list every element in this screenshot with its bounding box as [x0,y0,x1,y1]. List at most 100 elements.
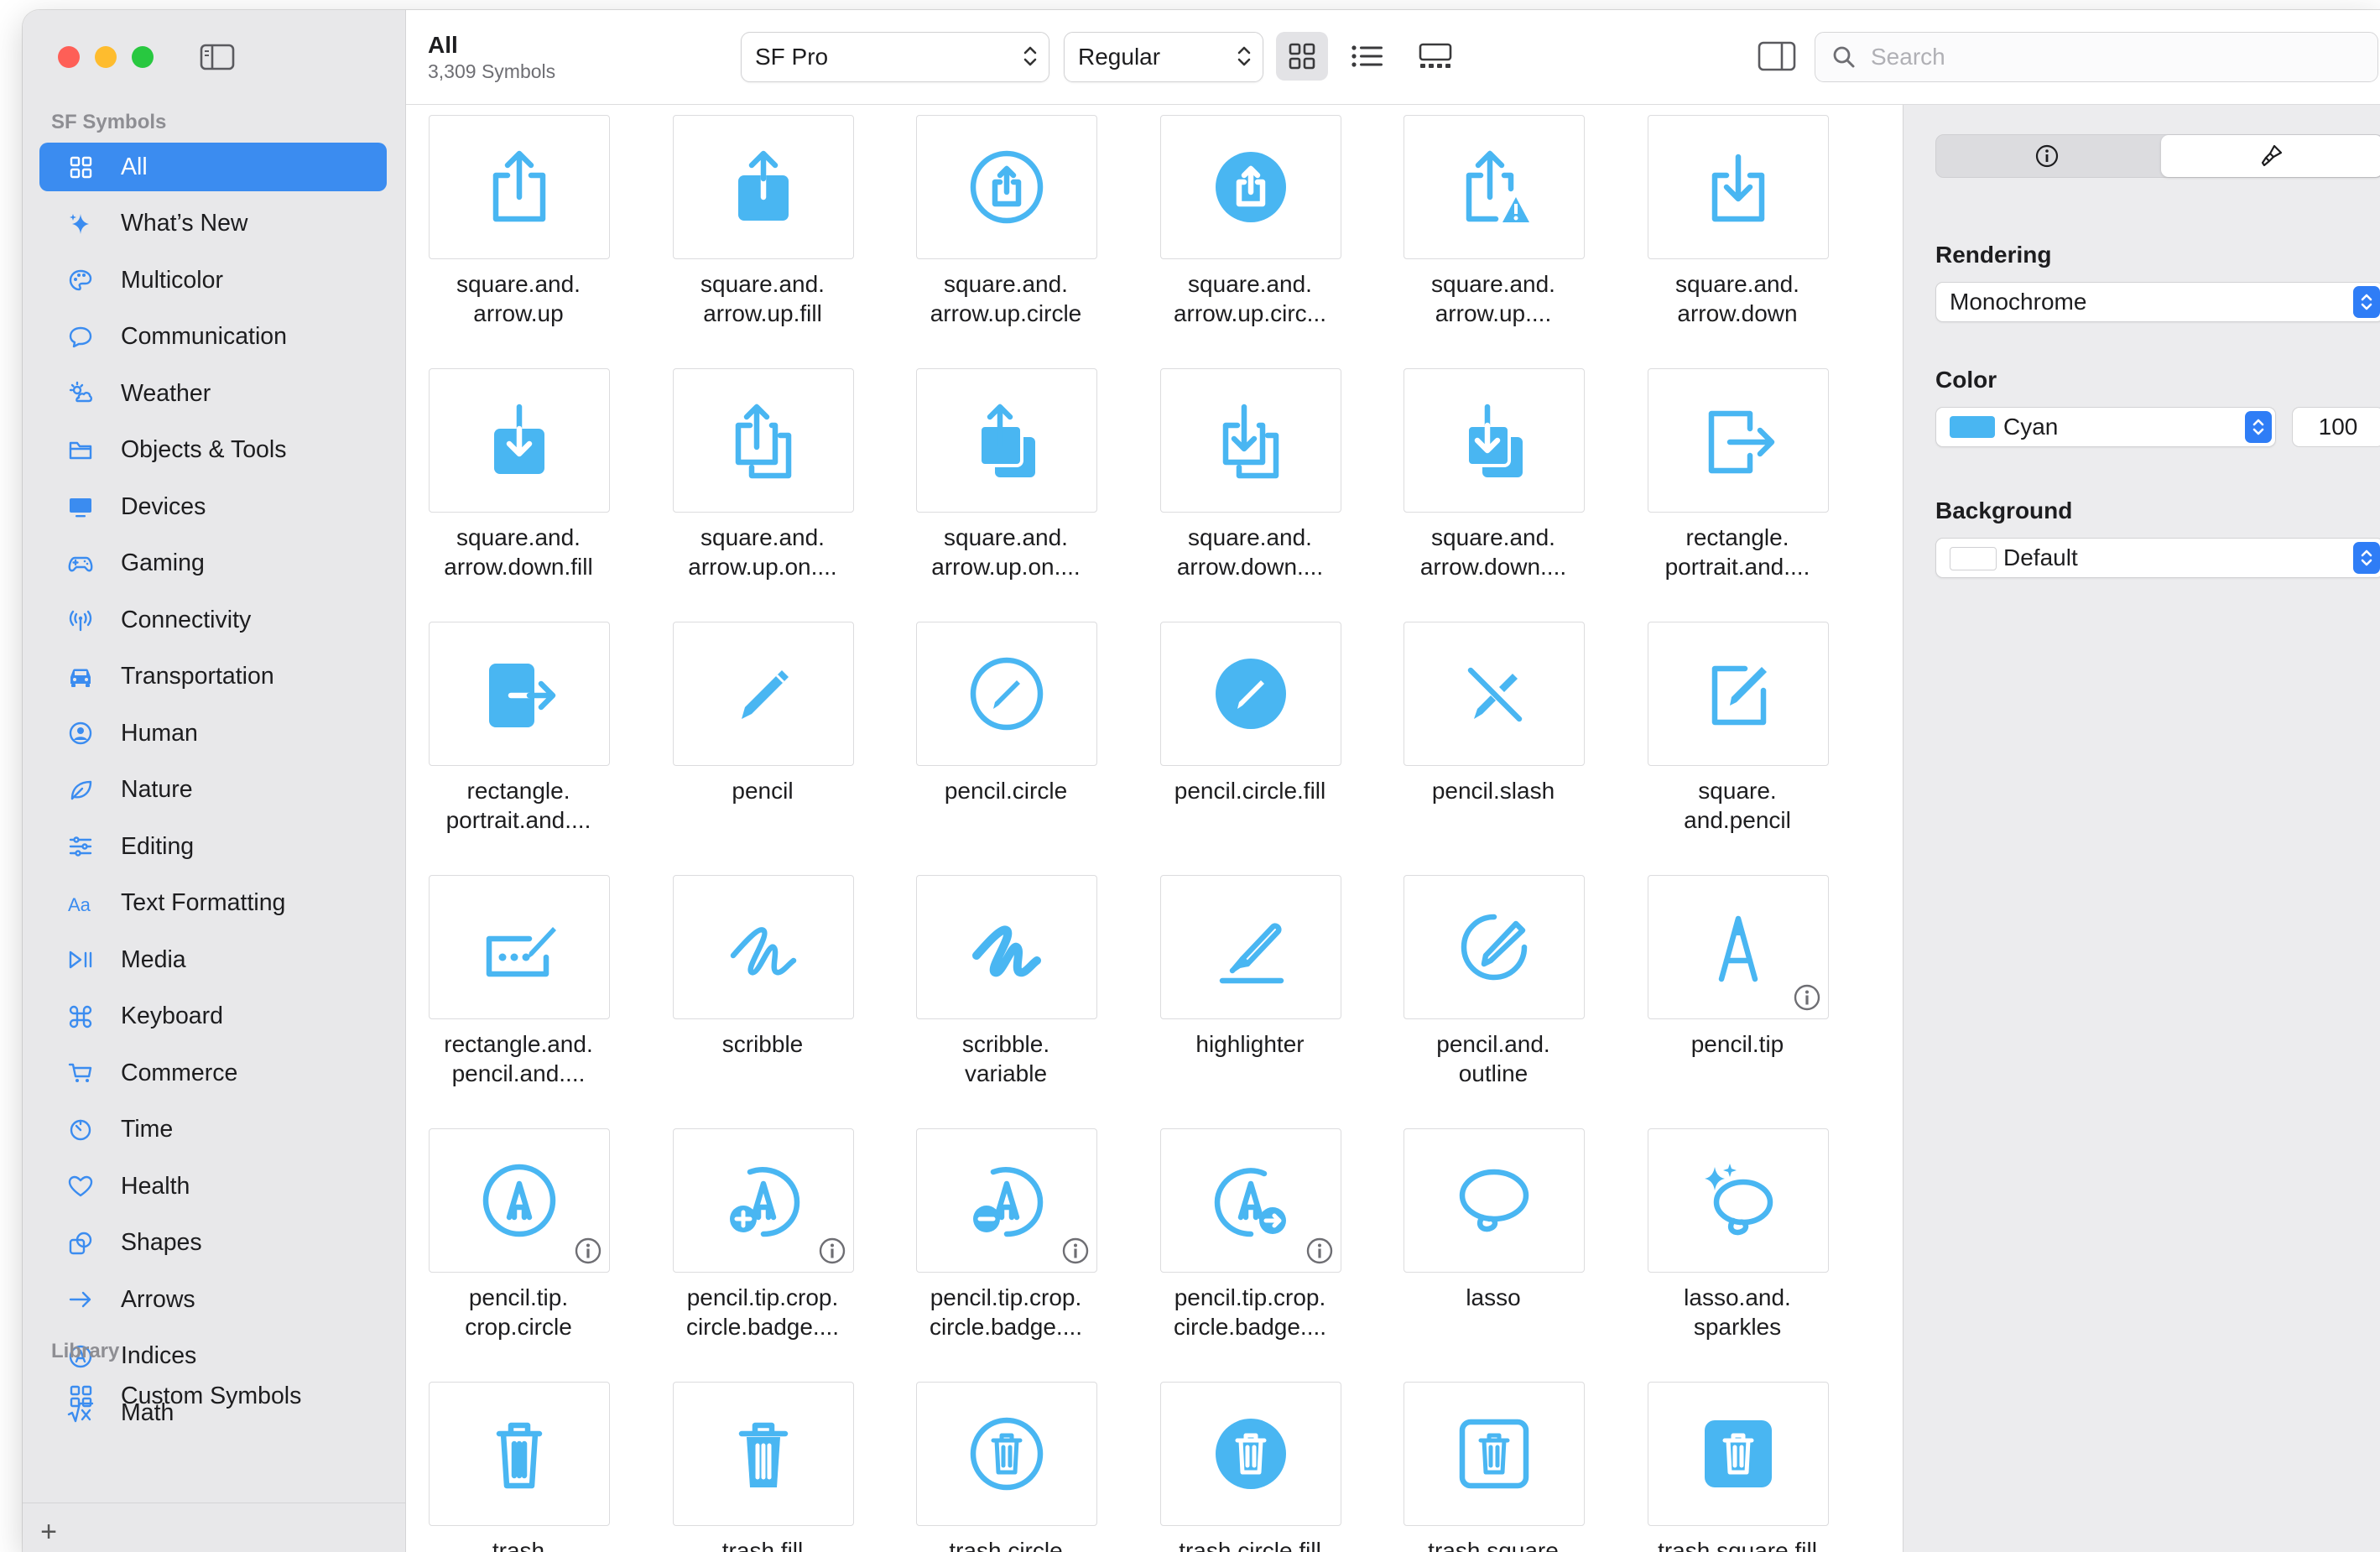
search-field[interactable] [1815,32,2378,82]
symbol-tile[interactable] [1404,875,1585,1019]
sidebar-item-media[interactable]: Media [39,935,387,984]
symbol-cell[interactable]: rectangle.and. pencil.and.... [414,865,623,1108]
symbol-tile[interactable] [1648,1128,1829,1273]
symbol-cell[interactable]: pencil.slash [1388,612,1598,855]
symbol-tile[interactable] [429,115,610,259]
symbol-tile[interactable] [1648,368,1829,513]
rendering-popup[interactable]: Monochrome [1935,282,2380,322]
info-badge-icon[interactable] [818,1237,846,1265]
symbol-tile[interactable] [673,622,854,766]
symbol-cell[interactable]: square.and. arrow.up.fill [658,105,867,348]
sidebar-item-shapes[interactable]: Shapes [39,1219,387,1268]
color-popup[interactable]: Cyan [1935,407,2276,447]
symbol-cell[interactable]: pencil.tip [1633,865,1842,1108]
symbol-tile[interactable] [673,1382,854,1526]
symbol-cell[interactable]: square.and. arrow.up.on.... [658,358,867,602]
symbol-cell[interactable]: highlighter [1145,865,1355,1108]
symbol-cell[interactable]: pencil.tip.crop. circle.badge.... [1145,1118,1355,1362]
symbol-tile[interactable] [1404,622,1585,766]
sidebar-item-all[interactable]: All [39,143,387,191]
symbol-tile[interactable] [1160,115,1341,259]
symbol-tile[interactable] [1160,368,1341,513]
sidebar-item-time[interactable]: Time [39,1106,387,1154]
sidebar-item-text-formatting[interactable]: Aa Text Formatting [39,879,387,928]
symbol-cell[interactable]: pencil.tip.crop. circle.badge.... [658,1118,867,1362]
sidebar-item-devices[interactable]: Devices [39,482,387,531]
symbol-cell[interactable]: rectangle. portrait.and.... [1633,358,1842,602]
opacity-field[interactable]: 100 [2292,407,2380,447]
symbol-tile[interactable] [1160,1382,1341,1526]
symbol-cell[interactable]: trash.circle [901,1372,1111,1552]
search-input[interactable] [1869,39,2367,75]
symbol-cell[interactable]: square.and. arrow.down.... [1145,358,1355,602]
sidebar-item-health[interactable]: Health [39,1162,387,1211]
symbol-tile[interactable] [1648,1382,1829,1526]
symbol-cell[interactable]: square.and. arrow.down [1633,105,1842,348]
symbol-tile[interactable] [673,368,854,513]
symbol-tile[interactable] [429,1382,610,1526]
symbol-tile[interactable] [1160,875,1341,1019]
symbol-tile[interactable] [1648,622,1829,766]
gallery-view-button[interactable] [1409,32,1461,81]
symbol-cell[interactable]: trash.square [1388,1372,1598,1552]
symbol-cell[interactable]: pencil.tip.crop. circle.badge.... [901,1118,1111,1362]
symbol-tile[interactable] [1160,622,1341,766]
add-button[interactable]: + [36,1516,61,1549]
symbol-cell[interactable]: square.and. arrow.up [414,105,623,348]
info-badge-icon[interactable] [1305,1237,1334,1265]
symbol-tile[interactable] [673,875,854,1019]
customize-tab[interactable] [2161,135,2380,177]
symbol-tile[interactable] [1404,1382,1585,1526]
sidebar-item-nature[interactable]: Nature [39,766,387,815]
symbol-cell[interactable]: pencil.tip. crop.circle [414,1118,623,1362]
symbol-tile[interactable] [916,115,1097,259]
sidebar-item-objects-tools[interactable]: Objects & Tools [39,426,387,475]
symbol-cell[interactable]: square.and. arrow.up.on.... [901,358,1111,602]
symbol-tile[interactable] [673,115,854,259]
sidebar-toggle-icon[interactable] [199,42,236,72]
symbol-cell[interactable]: trash.circle.fill [1145,1372,1355,1552]
sidebar-item-connectivity[interactable]: Connectivity [39,596,387,644]
sidebar-item-transportation[interactable]: Transportation [39,653,387,701]
symbol-cell[interactable]: square.and. arrow.down.... [1388,358,1598,602]
sidebar-item-what-s-new[interactable]: What’s New [39,200,387,248]
minimize-window-button[interactable] [95,46,117,68]
symbol-cell[interactable]: square.and. arrow.down.fill [414,358,623,602]
symbol-cell[interactable]: square.and. arrow.up.... [1388,105,1598,348]
close-window-button[interactable] [58,46,80,68]
symbol-tile[interactable] [673,1128,854,1273]
symbol-cell[interactable]: pencil.circle [901,612,1111,855]
symbol-cell[interactable]: rectangle. portrait.and.... [414,612,623,855]
sidebar-item-commerce[interactable]: Commerce [39,1049,387,1097]
symbol-tile[interactable] [916,875,1097,1019]
sidebar-item-keyboard[interactable]: Keyboard [39,992,387,1041]
symbol-cell[interactable]: trash.fill [658,1372,867,1552]
weight-popup[interactable]: Regular [1064,32,1263,82]
font-popup[interactable]: SF Pro [741,32,1049,82]
list-view-button[interactable] [1341,32,1393,81]
sidebar-item-gaming[interactable]: Gaming [39,539,387,588]
symbol-cell[interactable]: pencil.circle.fill [1145,612,1355,855]
symbol-cell[interactable]: square. and.pencil [1633,612,1842,855]
symbol-cell[interactable]: trash.square.fill [1633,1372,1842,1552]
info-tab[interactable] [1936,135,2158,177]
symbol-tile[interactable] [1404,115,1585,259]
info-badge-icon[interactable] [574,1237,602,1265]
symbol-tile[interactable] [429,1128,610,1273]
symbol-tile[interactable] [1648,875,1829,1019]
symbol-tile[interactable] [1160,1128,1341,1273]
symbol-tile[interactable] [1404,368,1585,513]
symbol-cell[interactable]: pencil [658,612,867,855]
inspector-toggle-icon[interactable] [1757,39,1797,74]
library-item-custom-symbols[interactable]: Custom Symbols [39,1372,387,1420]
sidebar-item-weather[interactable]: Weather [39,369,387,418]
sidebar-item-communication[interactable]: Communication [39,313,387,362]
symbol-tile[interactable] [916,368,1097,513]
sidebar-item-editing[interactable]: Editing [39,822,387,871]
symbol-cell[interactable]: scribble. variable [901,865,1111,1108]
symbol-cell[interactable]: lasso [1388,1118,1598,1362]
symbol-tile[interactable] [1648,115,1829,259]
zoom-window-button[interactable] [132,46,154,68]
info-badge-icon[interactable] [1061,1237,1090,1265]
symbol-cell[interactable]: lasso.and. sparkles [1633,1118,1842,1362]
